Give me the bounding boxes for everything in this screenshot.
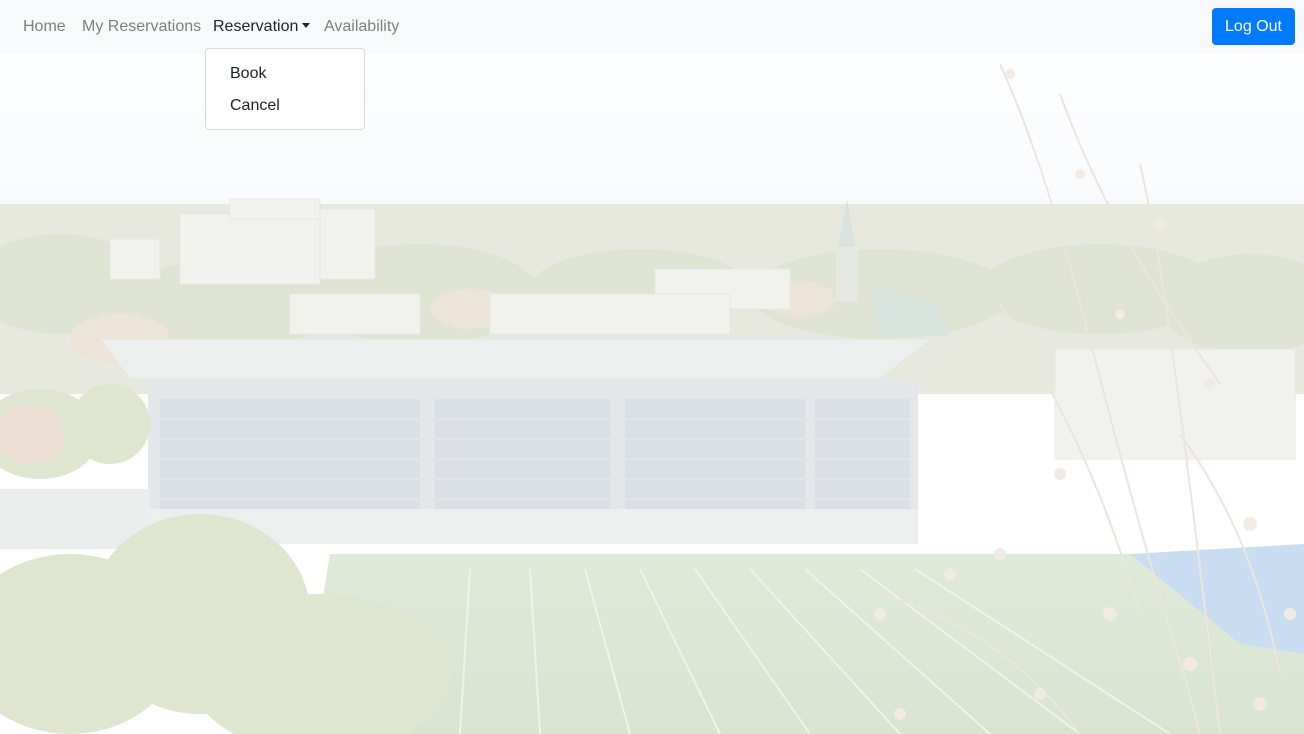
- nav-link-availability[interactable]: Availability: [324, 0, 399, 54]
- dropdown-item-book[interactable]: Book: [206, 58, 364, 90]
- nav-dropdown-reservation[interactable]: Reservation: [213, 0, 311, 54]
- nav-link-home[interactable]: Home: [23, 0, 66, 54]
- caret-down-icon: [302, 23, 311, 28]
- reservation-dropdown-menu: Book Cancel: [205, 48, 365, 130]
- background-stadium-image: [0, 54, 1304, 734]
- nav-link-my-reservations[interactable]: My Reservations: [82, 0, 201, 54]
- top-navbar: Home My Reservations Reservation Availab…: [0, 0, 1304, 54]
- logout-button[interactable]: Log Out: [1212, 8, 1295, 45]
- nav-dropdown-label: Reservation: [213, 18, 299, 35]
- dropdown-item-cancel[interactable]: Cancel: [206, 90, 364, 122]
